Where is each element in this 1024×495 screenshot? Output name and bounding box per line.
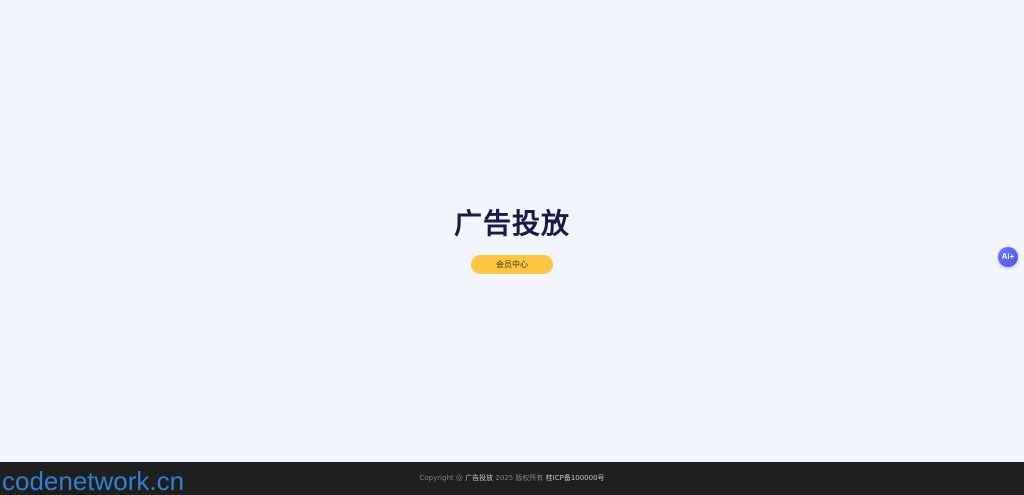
watermark: codenetwork.cn	[2, 466, 185, 495]
member-center-button[interactable]: 会员中心	[471, 255, 553, 274]
footer-site-name: 广告投放	[465, 474, 494, 482]
copyright-prefix: Copyright @	[419, 474, 463, 482]
copyright-year: 2025 版权所有	[495, 474, 544, 482]
icp-link[interactable]: 桂ICP备100000号	[546, 474, 605, 482]
hero-section: 广告投放 会员中心	[0, 0, 1024, 462]
page-title: 广告投放	[453, 207, 570, 240]
ai-assistant-button[interactable]: Ai+	[998, 247, 1018, 267]
